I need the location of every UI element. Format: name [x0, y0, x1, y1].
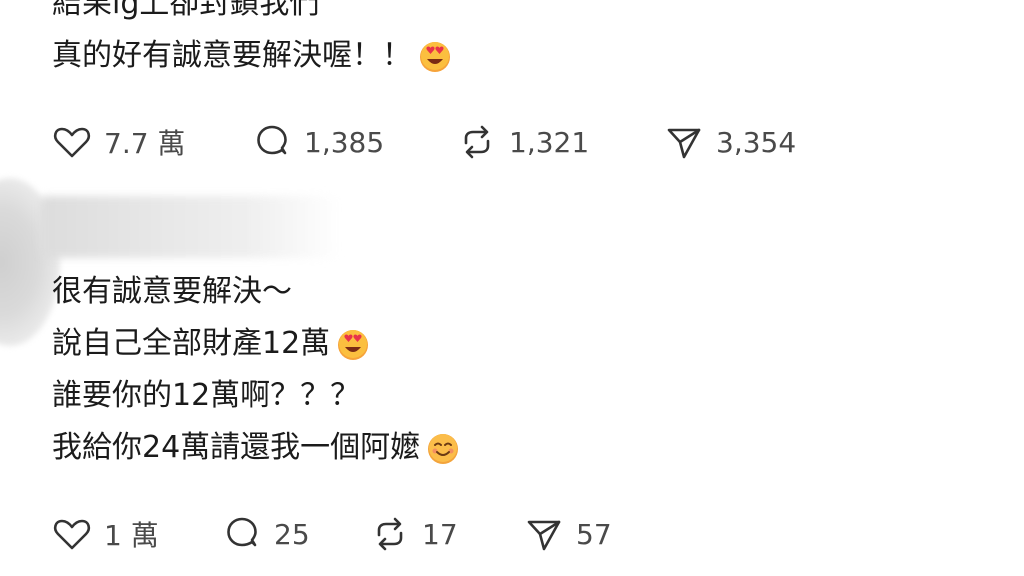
repost-count: 1,321 [509, 125, 590, 159]
repost-count: 17 [422, 517, 458, 551]
comment-button[interactable]: 25 [222, 514, 310, 554]
repost-icon [464, 125, 490, 159]
send-icon [667, 128, 701, 159]
author-name-redacted [40, 196, 340, 258]
like-count: 7.7 萬 [104, 127, 186, 160]
heart-eyes-emoji-icon [336, 327, 370, 361]
smiling-emoji-icon [426, 431, 460, 465]
heart-icon [53, 127, 91, 158]
comment-button[interactable]: 1,385 [252, 122, 384, 162]
comment-icon [257, 125, 287, 155]
post-2-text-line-4: 我給你24萬請還我一個阿嬤 [52, 430, 460, 466]
repost-icon [377, 517, 403, 551]
post-1-text-line-2: 真的好有誠意要解決喔！！ [52, 38, 452, 74]
post-2-action-bar: 1 萬 25 17 57 [52, 514, 852, 554]
like-button[interactable]: 1 萬 [52, 514, 159, 554]
post-1-text-line-1: 結果ig上卻封鎖我們 [52, 0, 319, 22]
post-2-text-line-1: 很有誠意要解決～ [52, 274, 292, 310]
post-text: 很有誠意要解決～ [52, 274, 292, 309]
post-1-action-bar: 7.7 萬 1,385 1,321 3,354 [52, 122, 852, 162]
post-text: 結果ig上卻封鎖我們 [52, 0, 320, 21]
post-2-text-line-2: 說自己全部財產12萬 [52, 326, 370, 362]
post-text: 我給你24萬請還我一個阿嬤 [52, 430, 421, 465]
comment-icon [227, 517, 257, 547]
share-count: 57 [576, 517, 612, 551]
share-button[interactable]: 57 [524, 514, 612, 554]
post-text: 真的好有誠意要解決喔！！ [52, 38, 412, 73]
share-button[interactable]: 3,354 [664, 122, 796, 162]
post-2-text-line-3: 誰要你的12萬啊？？？ [52, 378, 360, 414]
send-icon [527, 520, 561, 551]
like-count: 1 萬 [104, 519, 159, 552]
repost-button[interactable]: 1,321 [457, 122, 589, 162]
comment-count: 1,385 [304, 125, 385, 159]
heart-eyes-emoji-icon [418, 39, 452, 73]
comment-count: 25 [274, 517, 310, 551]
share-count: 3,354 [716, 125, 797, 159]
heart-icon [53, 519, 91, 550]
post-text: 誰要你的12萬啊？？？ [52, 378, 361, 413]
post-text: 說自己全部財產12萬 [52, 326, 331, 361]
repost-button[interactable]: 17 [370, 514, 458, 554]
like-button[interactable]: 7.7 萬 [52, 122, 185, 162]
